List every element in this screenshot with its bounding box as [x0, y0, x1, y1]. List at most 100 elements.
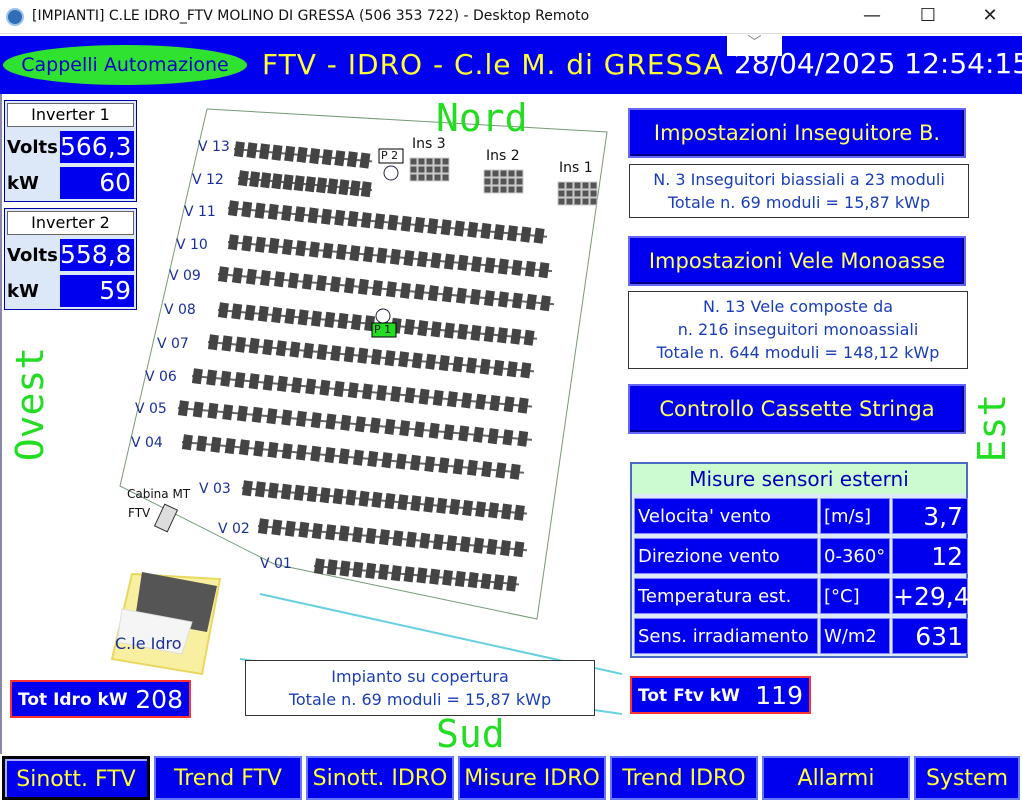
tracker-module [441, 286, 453, 303]
tracker-module [493, 224, 505, 241]
inverter-1-volts: 566,3 [60, 131, 134, 163]
bottom-navigation: Sinott. FTV Trend FTV Sinott. IDRO Misur… [0, 754, 1022, 800]
maximize-button[interactable]: ☐ [908, 4, 948, 30]
tracker-module [181, 434, 193, 451]
tracker-module [339, 560, 351, 577]
sensor-value: 631 [892, 618, 968, 654]
tracker-module [338, 525, 350, 542]
total-ftv-value: 119 [755, 681, 803, 710]
row-label: V 09 [169, 268, 201, 284]
tracker-module [281, 239, 293, 256]
tracker-module [338, 448, 350, 465]
tracker-module [260, 172, 272, 189]
string-boxes-button[interactable]: Controllo Cassette Stringa [628, 384, 966, 434]
tracker-module [510, 328, 522, 345]
tracker-module [311, 523, 323, 540]
tracker-module [389, 248, 401, 265]
nav-misure-idro[interactable]: Misure IDRO [458, 756, 606, 800]
roof-plant-info: Impianto su copertura Totale n. 69 modul… [245, 660, 595, 716]
tracker-module [538, 262, 550, 279]
tracker-module [271, 519, 283, 536]
tracker-module [325, 413, 337, 430]
inverter-1-volts-label: Volts [7, 137, 58, 158]
tracker-module [276, 375, 288, 392]
close-button[interactable]: ✕ [970, 4, 1010, 30]
tracker-module [376, 384, 388, 401]
biaxial-info: N. 3 Inseguitori biassiali a 23 moduli T… [629, 164, 969, 218]
tracker-module [315, 275, 327, 292]
sensor-unit: 0-360° [820, 538, 890, 574]
sensor-row-wind-direction: Direzione vento 0-360° 12 [634, 538, 968, 576]
tracker-module [259, 270, 271, 287]
tracker-module [357, 347, 369, 364]
tracker-module [273, 271, 285, 288]
tracker-module [267, 441, 279, 459]
nav-trend-ftv[interactable]: Trend FTV [154, 756, 302, 800]
tracker-module [281, 443, 293, 460]
tracker-module [251, 406, 263, 423]
nav-trend-idro[interactable]: Trend IDRO [610, 756, 758, 800]
tracker-module [293, 175, 305, 192]
minimize-button[interactable]: — [852, 4, 892, 30]
p1-label: P 1 [374, 323, 392, 336]
tracker-module [379, 529, 391, 546]
tracker-module [390, 565, 402, 582]
tracker-module [326, 559, 338, 576]
vele-settings-button[interactable]: Impostazioni Vele Monoasse [628, 236, 966, 286]
tracker-module [310, 412, 322, 429]
tracker-module [259, 143, 271, 160]
tracker-module [224, 438, 236, 455]
tracker-module [289, 341, 301, 358]
biaxial-tracker-block [483, 169, 524, 194]
tracker-module [330, 345, 342, 362]
tracker-module [347, 382, 359, 399]
row-label: V 07 [157, 336, 189, 352]
tracker-module [425, 353, 437, 370]
tracker-module [309, 148, 321, 165]
cabina-label: Cabina MT [127, 487, 191, 501]
tracker-module [475, 393, 487, 410]
tracker-module [438, 355, 450, 372]
sensor-value: +29,4 [892, 578, 970, 614]
tracker-module [416, 251, 428, 268]
tracker-module [455, 287, 467, 304]
nav-allarmi[interactable]: Allarmi [762, 756, 910, 800]
ins2-label: Ins 2 [486, 148, 520, 164]
tracker-module [497, 291, 509, 308]
tracker-module [413, 421, 425, 438]
tracker-module [371, 491, 383, 508]
nav-sinott-ftv[interactable]: Sinott. FTV [2, 756, 150, 800]
tracker-module [206, 369, 218, 386]
tracker-module [207, 402, 219, 419]
inseguitore-settings-button[interactable]: Impostazioni Inseguitore B. [628, 108, 966, 158]
tracker-module [293, 484, 305, 501]
tracker-module [241, 480, 253, 497]
tracker-module [506, 361, 518, 378]
tracker-module [235, 336, 247, 353]
roof-info-line1: Impianto su copertura [331, 667, 509, 686]
tracker-module [414, 216, 426, 234]
tracker-module [301, 273, 313, 290]
nav-sinott-idro[interactable]: Sinott. IDRO [306, 756, 454, 800]
tracker-module [520, 362, 532, 379]
connection-bar-toggle[interactable]: ﹀ [727, 34, 782, 56]
tracker-module [297, 309, 309, 326]
cabina-mt-icon [153, 503, 179, 533]
tracker-module [227, 200, 239, 217]
tracker-module [238, 439, 250, 456]
nav-system[interactable]: System [914, 756, 1020, 800]
tracker-module [466, 357, 478, 374]
tracker-module [281, 409, 293, 426]
tracker-module [481, 461, 493, 478]
tracker-module [427, 218, 439, 235]
tracker-module [325, 524, 337, 541]
inverter-1-kw: 60 [60, 167, 134, 199]
tracker-module [487, 428, 499, 445]
sensor-name: Velocita' vento [634, 498, 818, 534]
tracker-module [248, 337, 260, 354]
inverter-2-volts-label: Volts [7, 245, 58, 266]
compass-west: Ovest [8, 346, 52, 462]
sensor-value: 3,7 [892, 498, 968, 534]
compass-south: Sud [436, 712, 505, 756]
biaxial-tracker-block [557, 181, 598, 206]
